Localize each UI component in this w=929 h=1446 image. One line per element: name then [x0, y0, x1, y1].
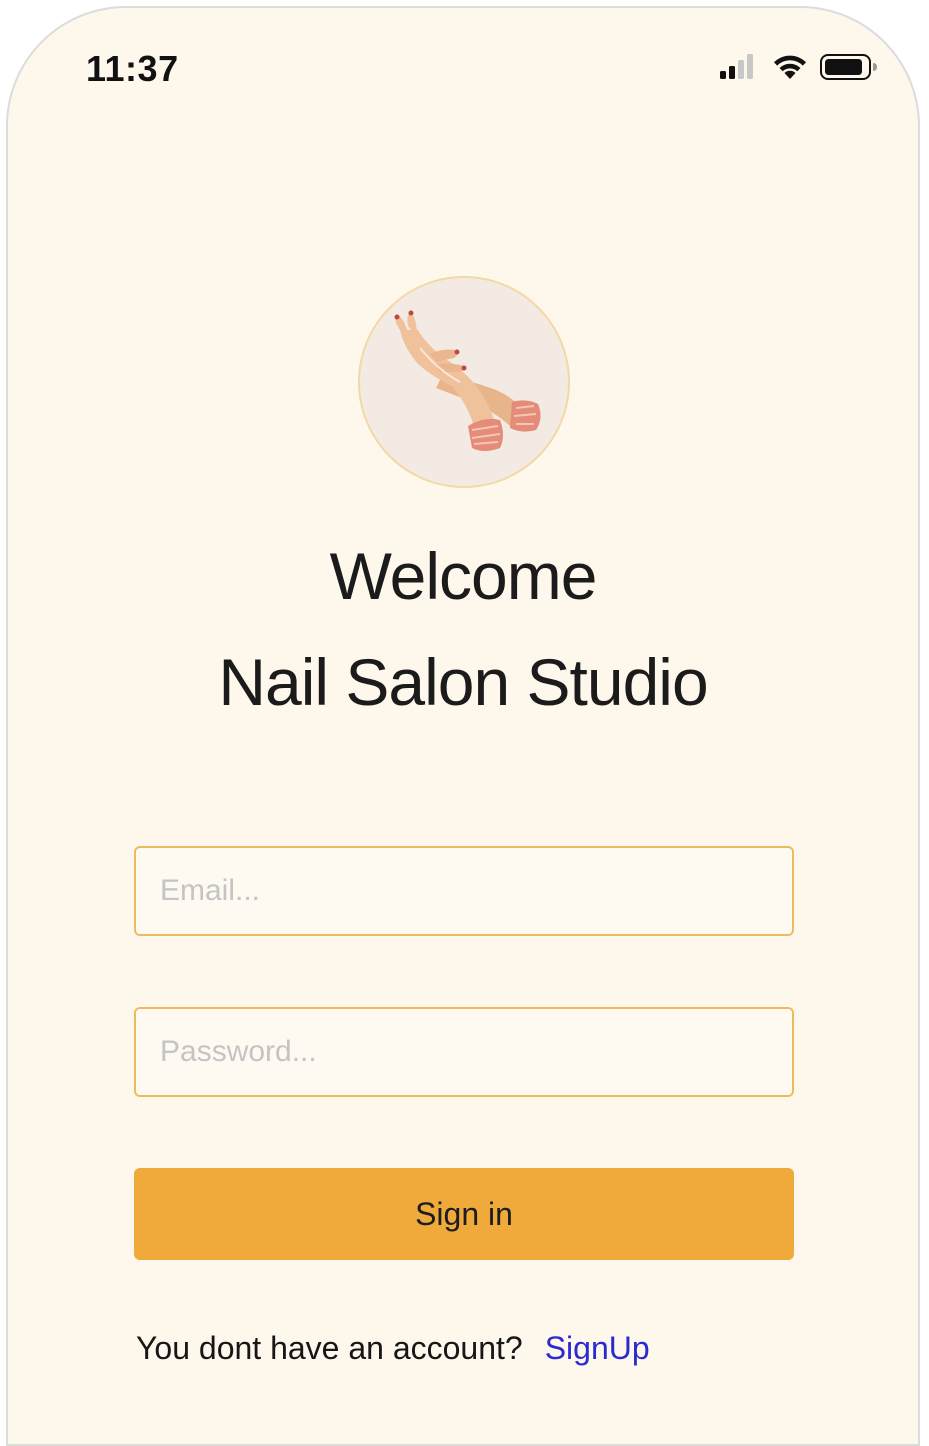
cellular-signal-icon — [720, 54, 760, 85]
sign-in-button[interactable]: Sign in — [134, 1168, 794, 1260]
wifi-icon — [772, 54, 808, 85]
welcome-heading: Welcome — [329, 539, 598, 613]
signup-prompt-row: You dont have an account? SignUp — [136, 1330, 650, 1367]
battery-icon — [820, 54, 878, 85]
salon-logo — [358, 276, 570, 488]
status-icons — [720, 54, 878, 85]
email-input[interactable] — [134, 846, 794, 936]
hands-illustration-icon — [394, 310, 541, 451]
salon-name-heading: Nail Salon Studio — [218, 645, 708, 719]
signup-prompt-text: You dont have an account? — [136, 1330, 523, 1366]
status-time: 11:37 — [86, 48, 179, 89]
phone-screen: 11:37 Welcome Nail Salon Studio Email...… — [6, 6, 920, 1446]
password-input[interactable] — [134, 1007, 794, 1097]
signup-link[interactable]: SignUp — [545, 1330, 650, 1366]
status-bar: 11:37 — [8, 8, 918, 128]
